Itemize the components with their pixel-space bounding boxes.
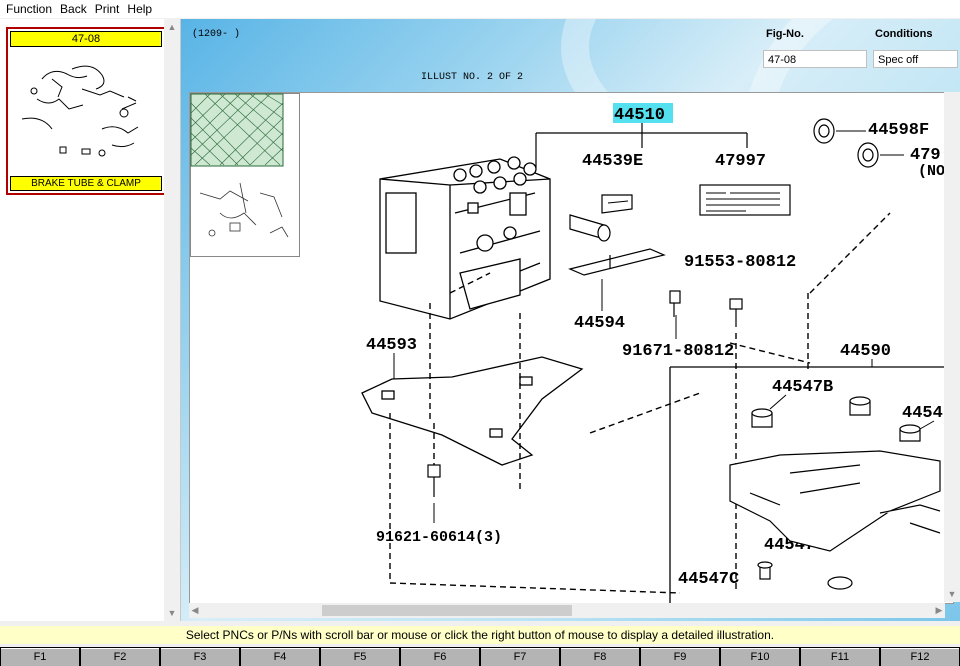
- fkey-f9[interactable]: F9: [641, 648, 719, 666]
- pnc-44590: 44590: [840, 342, 891, 361]
- fkey-f6[interactable]: F6: [401, 648, 479, 666]
- menu-help[interactable]: Help: [123, 0, 156, 18]
- fkey-f12[interactable]: F12: [881, 648, 959, 666]
- conditions-label: Conditions: [875, 28, 933, 40]
- pnc-44598f: 44598F: [868, 121, 929, 140]
- pnc-44547c-b: 44547C: [678, 570, 739, 589]
- menu-bar: Function Back Print Help: [0, 0, 960, 18]
- fig-no-label: Fig-No.: [766, 28, 804, 40]
- fkey-f8[interactable]: F8: [561, 648, 639, 666]
- function-key-bar: F1 F2 F3 F4 F5 F6 F7 F8 F9 F10 F11 F12: [0, 647, 960, 666]
- scroll-left-arrow-icon[interactable]: ◀: [189, 603, 201, 618]
- fkey-f7[interactable]: F7: [481, 648, 559, 666]
- parts-illustration[interactable]: 44510 44539E 47997 44594 91553-80812 916…: [189, 92, 954, 604]
- pnc-44510: 44510: [614, 106, 665, 125]
- illustration-pane: (1209- ) ILLUST NO. 2 OF 2 Fig-No. 47-08…: [181, 19, 960, 621]
- date-range: (1209- ): [192, 29, 241, 40]
- pnc-4454-partial: 4454: [902, 404, 943, 423]
- horizontal-scroll-thumb[interactable]: [322, 605, 572, 616]
- pnc-91671-80812: 91671-80812: [622, 342, 734, 361]
- menu-print[interactable]: Print: [91, 0, 124, 18]
- scroll-right-arrow-icon[interactable]: ▶: [933, 603, 945, 618]
- fkey-f11[interactable]: F11: [801, 648, 879, 666]
- scroll-up-arrow-icon[interactable]: ▲: [164, 19, 180, 35]
- status-message: Select PNCs or P/Ns with scroll bar or m…: [0, 626, 960, 644]
- fkey-f4[interactable]: F4: [241, 648, 319, 666]
- thumbnail-fig-no: 47-08: [10, 31, 162, 47]
- scroll-down-arrow-icon[interactable]: ▼: [944, 586, 960, 602]
- figure-thumbnail-card[interactable]: 47-08 BRAKE TUBE & CLAMP: [6, 27, 166, 195]
- scroll-down-arrow-icon[interactable]: ▼: [164, 605, 180, 621]
- fkey-f5[interactable]: F5: [321, 648, 399, 666]
- thumbnail-pane: 47-08 BRAKE TUBE & CLAMP ▲ ▼: [0, 19, 181, 621]
- fkey-f10[interactable]: F10: [721, 648, 799, 666]
- fkey-f2[interactable]: F2: [81, 648, 159, 666]
- illustration-vertical-scrollbar[interactable]: ▼: [944, 92, 960, 602]
- illust-number: ILLUST NO. 2 OF 2: [421, 72, 524, 83]
- pnc-44593: 44593: [366, 336, 417, 355]
- conditions-field[interactable]: Spec off: [873, 50, 958, 68]
- menu-function[interactable]: Function: [0, 0, 56, 18]
- note-no-partial: (NO: [918, 163, 945, 180]
- fkey-f3[interactable]: F3: [161, 648, 239, 666]
- fig-no-field[interactable]: 47-08: [763, 50, 867, 68]
- pnc-44594: 44594: [574, 314, 625, 333]
- menu-back[interactable]: Back: [56, 0, 91, 18]
- thumbnail-illustration: [21, 65, 139, 157]
- pnc-44547b: 44547B: [772, 378, 833, 397]
- fkey-f1[interactable]: F1: [1, 648, 79, 666]
- pnc-44539e: 44539E: [582, 152, 643, 171]
- left-vertical-scrollbar[interactable]: ▲ ▼: [164, 19, 180, 621]
- pnc-47997: 47997: [715, 152, 766, 171]
- exploded-parts-diagram: 44510 44539E 47997 44594 91553-80812 916…: [361, 103, 953, 603]
- pnc-91553-80812: 91553-80812: [684, 253, 796, 272]
- illustration-horizontal-scrollbar[interactable]: ◀ ▶: [189, 603, 945, 618]
- pnc-91621-60614: 91621-60614(3): [376, 529, 502, 546]
- thumbnail-caption: BRAKE TUBE & CLAMP: [10, 176, 162, 191]
